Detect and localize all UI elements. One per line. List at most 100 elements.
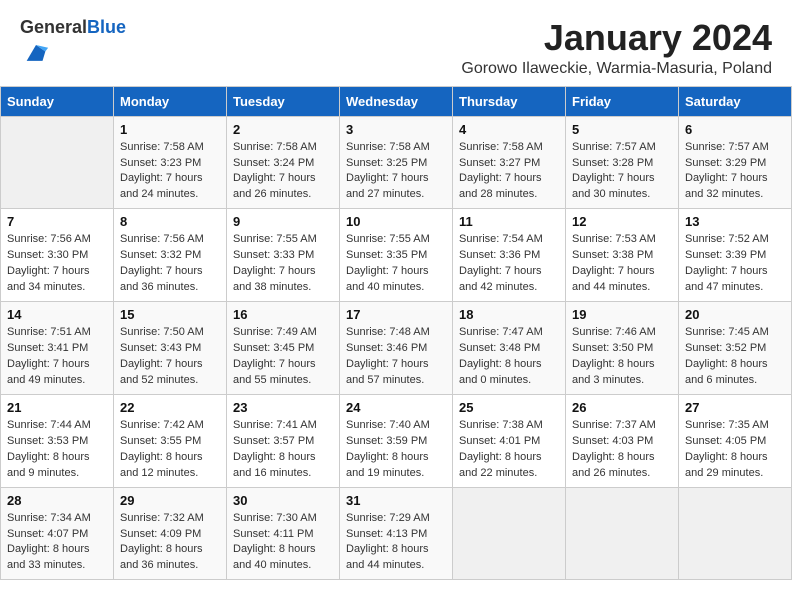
cell-text: Sunrise: 7:29 AMSunset: 4:13 PMDaylight:… bbox=[346, 511, 446, 575]
cell-text: Sunrise: 7:50 AMSunset: 3:43 PMDaylight:… bbox=[120, 325, 220, 389]
day-number: 3 bbox=[346, 122, 446, 137]
day-number: 7 bbox=[7, 214, 107, 229]
day-number: 10 bbox=[346, 214, 446, 229]
calendar-cell: 23 Sunrise: 7:41 AMSunset: 3:57 PMDayligh… bbox=[227, 394, 340, 487]
calendar-table: SundayMondayTuesdayWednesdayThursdayFrid… bbox=[0, 86, 792, 581]
calendar-cell: 25 Sunrise: 7:38 AMSunset: 4:01 PMDayligh… bbox=[453, 394, 566, 487]
calendar-week-row: 1Sunrise: 7:58 AMSunset: 3:23 PMDaylight… bbox=[1, 116, 792, 209]
logo-icon bbox=[22, 38, 50, 66]
day-number: 5 bbox=[572, 122, 672, 137]
calendar-cell: 18 Sunrise: 7:47 AMSunset: 3:48 PMDayligh… bbox=[453, 302, 566, 395]
calendar-cell: 14Sunrise: 7:51 AMSunset: 3:41 PMDayligh… bbox=[1, 302, 114, 395]
cell-text: Sunrise: 7:38 AMSunset: 4:01 PMDaylight:… bbox=[459, 418, 559, 482]
day-number: 23 bbox=[233, 400, 333, 415]
cell-text: Sunrise: 7:47 AMSunset: 3:48 PMDaylight:… bbox=[459, 325, 559, 389]
cell-text: Sunrise: 7:55 AMSunset: 3:33 PMDaylight:… bbox=[233, 232, 333, 296]
cell-text: Sunrise: 7:56 AMSunset: 3:32 PMDaylight:… bbox=[120, 232, 220, 296]
cell-text: Sunrise: 7:49 AMSunset: 3:45 PMDaylight:… bbox=[233, 325, 333, 389]
day-number: 27 bbox=[685, 400, 785, 415]
day-number: 2 bbox=[233, 122, 333, 137]
location-title: Gorowo Ilaweckie, Warmia-Masuria, Poland bbox=[461, 60, 772, 78]
day-number: 14 bbox=[7, 307, 107, 322]
day-number: 24 bbox=[346, 400, 446, 415]
weekday-header: Wednesday bbox=[340, 86, 453, 116]
calendar-cell: 12Sunrise: 7:53 AMSunset: 3:38 PMDayligh… bbox=[566, 209, 679, 302]
cell-text: Sunrise: 7:41 AMSunset: 3:57 PMDaylight:… bbox=[233, 418, 333, 482]
logo-general-text: General bbox=[20, 17, 87, 37]
cell-text: Sunrise: 7:56 AMSunset: 3:30 PMDaylight:… bbox=[7, 232, 107, 296]
cell-text: Sunrise: 7:52 AMSunset: 3:39 PMDaylight:… bbox=[685, 232, 785, 296]
weekday-header: Tuesday bbox=[227, 86, 340, 116]
calendar-cell: 10 Sunrise: 7:55 AMSunset: 3:35 PMDayligh… bbox=[340, 209, 453, 302]
cell-text: Sunrise: 7:37 AMSunset: 4:03 PMDaylight:… bbox=[572, 418, 672, 482]
day-number: 13 bbox=[685, 214, 785, 229]
day-number: 6 bbox=[685, 122, 785, 137]
cell-text: Sunrise: 7:32 AMSunset: 4:09 PMDaylight:… bbox=[120, 511, 220, 575]
calendar-cell: 1Sunrise: 7:58 AMSunset: 3:23 PMDaylight… bbox=[114, 116, 227, 209]
calendar-cell: 27Sunrise: 7:35 AMSunset: 4:05 PMDayligh… bbox=[679, 394, 792, 487]
calendar-cell: 2 Sunrise: 7:58 AMSunset: 3:24 PMDaylight… bbox=[227, 116, 340, 209]
cell-text: Sunrise: 7:58 AMSunset: 3:23 PMDaylight:… bbox=[120, 140, 220, 204]
day-number: 29 bbox=[120, 493, 220, 508]
day-number: 19 bbox=[572, 307, 672, 322]
weekday-header: Monday bbox=[114, 86, 227, 116]
day-number: 17 bbox=[346, 307, 446, 322]
cell-text: Sunrise: 7:55 AMSunset: 3:35 PMDaylight:… bbox=[346, 232, 446, 296]
cell-text: Sunrise: 7:58 AMSunset: 3:24 PMDaylight:… bbox=[233, 140, 333, 204]
calendar-week-row: 14Sunrise: 7:51 AMSunset: 3:41 PMDayligh… bbox=[1, 302, 792, 395]
calendar-cell: 4 Sunrise: 7:58 AMSunset: 3:27 PMDaylight… bbox=[453, 116, 566, 209]
calendar-cell: 21Sunrise: 7:44 AMSunset: 3:53 PMDayligh… bbox=[1, 394, 114, 487]
calendar-cell: 16 Sunrise: 7:49 AMSunset: 3:45 PMDayligh… bbox=[227, 302, 340, 395]
cell-text: Sunrise: 7:40 AMSunset: 3:59 PMDaylight:… bbox=[346, 418, 446, 482]
cell-text: Sunrise: 7:58 AMSunset: 3:25 PMDaylight:… bbox=[346, 140, 446, 204]
cell-text: Sunrise: 7:57 AMSunset: 3:28 PMDaylight:… bbox=[572, 140, 672, 204]
calendar-cell: 31 Sunrise: 7:29 AMSunset: 4:13 PMDayligh… bbox=[340, 487, 453, 580]
cell-text: Sunrise: 7:58 AMSunset: 3:27 PMDaylight:… bbox=[459, 140, 559, 204]
calendar-cell: 15 Sunrise: 7:50 AMSunset: 3:43 PMDayligh… bbox=[114, 302, 227, 395]
day-number: 12 bbox=[572, 214, 672, 229]
weekday-header: Saturday bbox=[679, 86, 792, 116]
calendar-cell: 11Sunrise: 7:54 AMSunset: 3:36 PMDayligh… bbox=[453, 209, 566, 302]
calendar-cell: 30Sunrise: 7:30 AMSunset: 4:11 PMDayligh… bbox=[227, 487, 340, 580]
day-number: 25 bbox=[459, 400, 559, 415]
day-number: 28 bbox=[7, 493, 107, 508]
cell-text: Sunrise: 7:48 AMSunset: 3:46 PMDaylight:… bbox=[346, 325, 446, 389]
title-section: January 2024 Gorowo Ilaweckie, Warmia-Ma… bbox=[461, 18, 772, 78]
calendar-week-row: 28Sunrise: 7:34 AMSunset: 4:07 PMDayligh… bbox=[1, 487, 792, 580]
cell-text: Sunrise: 7:45 AMSunset: 3:52 PMDaylight:… bbox=[685, 325, 785, 389]
cell-text: Sunrise: 7:42 AMSunset: 3:55 PMDaylight:… bbox=[120, 418, 220, 482]
weekday-header: Thursday bbox=[453, 86, 566, 116]
calendar-cell bbox=[453, 487, 566, 580]
day-number: 22 bbox=[120, 400, 220, 415]
calendar-cell: 20Sunrise: 7:45 AMSunset: 3:52 PMDayligh… bbox=[679, 302, 792, 395]
weekday-header: Sunday bbox=[1, 86, 114, 116]
calendar-cell bbox=[679, 487, 792, 580]
calendar-cell: 7 Sunrise: 7:56 AMSunset: 3:30 PMDaylight… bbox=[1, 209, 114, 302]
page-header: GeneralBlue January 2024 Gorowo Ilawecki… bbox=[0, 0, 792, 86]
day-number: 18 bbox=[459, 307, 559, 322]
weekday-header: Friday bbox=[566, 86, 679, 116]
day-number: 16 bbox=[233, 307, 333, 322]
day-number: 4 bbox=[459, 122, 559, 137]
cell-text: Sunrise: 7:57 AMSunset: 3:29 PMDaylight:… bbox=[685, 140, 785, 204]
calendar-cell bbox=[566, 487, 679, 580]
day-number: 9 bbox=[233, 214, 333, 229]
calendar-header-row: SundayMondayTuesdayWednesdayThursdayFrid… bbox=[1, 86, 792, 116]
logo: GeneralBlue bbox=[20, 18, 126, 71]
day-number: 31 bbox=[346, 493, 446, 508]
day-number: 15 bbox=[120, 307, 220, 322]
calendar-cell: 19 Sunrise: 7:46 AMSunset: 3:50 PMDayligh… bbox=[566, 302, 679, 395]
calendar-week-row: 7 Sunrise: 7:56 AMSunset: 3:30 PMDaylight… bbox=[1, 209, 792, 302]
cell-text: Sunrise: 7:54 AMSunset: 3:36 PMDaylight:… bbox=[459, 232, 559, 296]
calendar-cell: 17 Sunrise: 7:48 AMSunset: 3:46 PMDayligh… bbox=[340, 302, 453, 395]
cell-text: Sunrise: 7:46 AMSunset: 3:50 PMDaylight:… bbox=[572, 325, 672, 389]
calendar-cell: 24 Sunrise: 7:40 AMSunset: 3:59 PMDayligh… bbox=[340, 394, 453, 487]
day-number: 21 bbox=[7, 400, 107, 415]
calendar-cell: 5 Sunrise: 7:57 AMSunset: 3:28 PMDaylight… bbox=[566, 116, 679, 209]
calendar-cell: 22 Sunrise: 7:42 AMSunset: 3:55 PMDayligh… bbox=[114, 394, 227, 487]
calendar-week-row: 21Sunrise: 7:44 AMSunset: 3:53 PMDayligh… bbox=[1, 394, 792, 487]
day-number: 30 bbox=[233, 493, 333, 508]
calendar-cell: 6 Sunrise: 7:57 AMSunset: 3:29 PMDaylight… bbox=[679, 116, 792, 209]
calendar-cell: 3 Sunrise: 7:58 AMSunset: 3:25 PMDaylight… bbox=[340, 116, 453, 209]
calendar-cell: 28Sunrise: 7:34 AMSunset: 4:07 PMDayligh… bbox=[1, 487, 114, 580]
